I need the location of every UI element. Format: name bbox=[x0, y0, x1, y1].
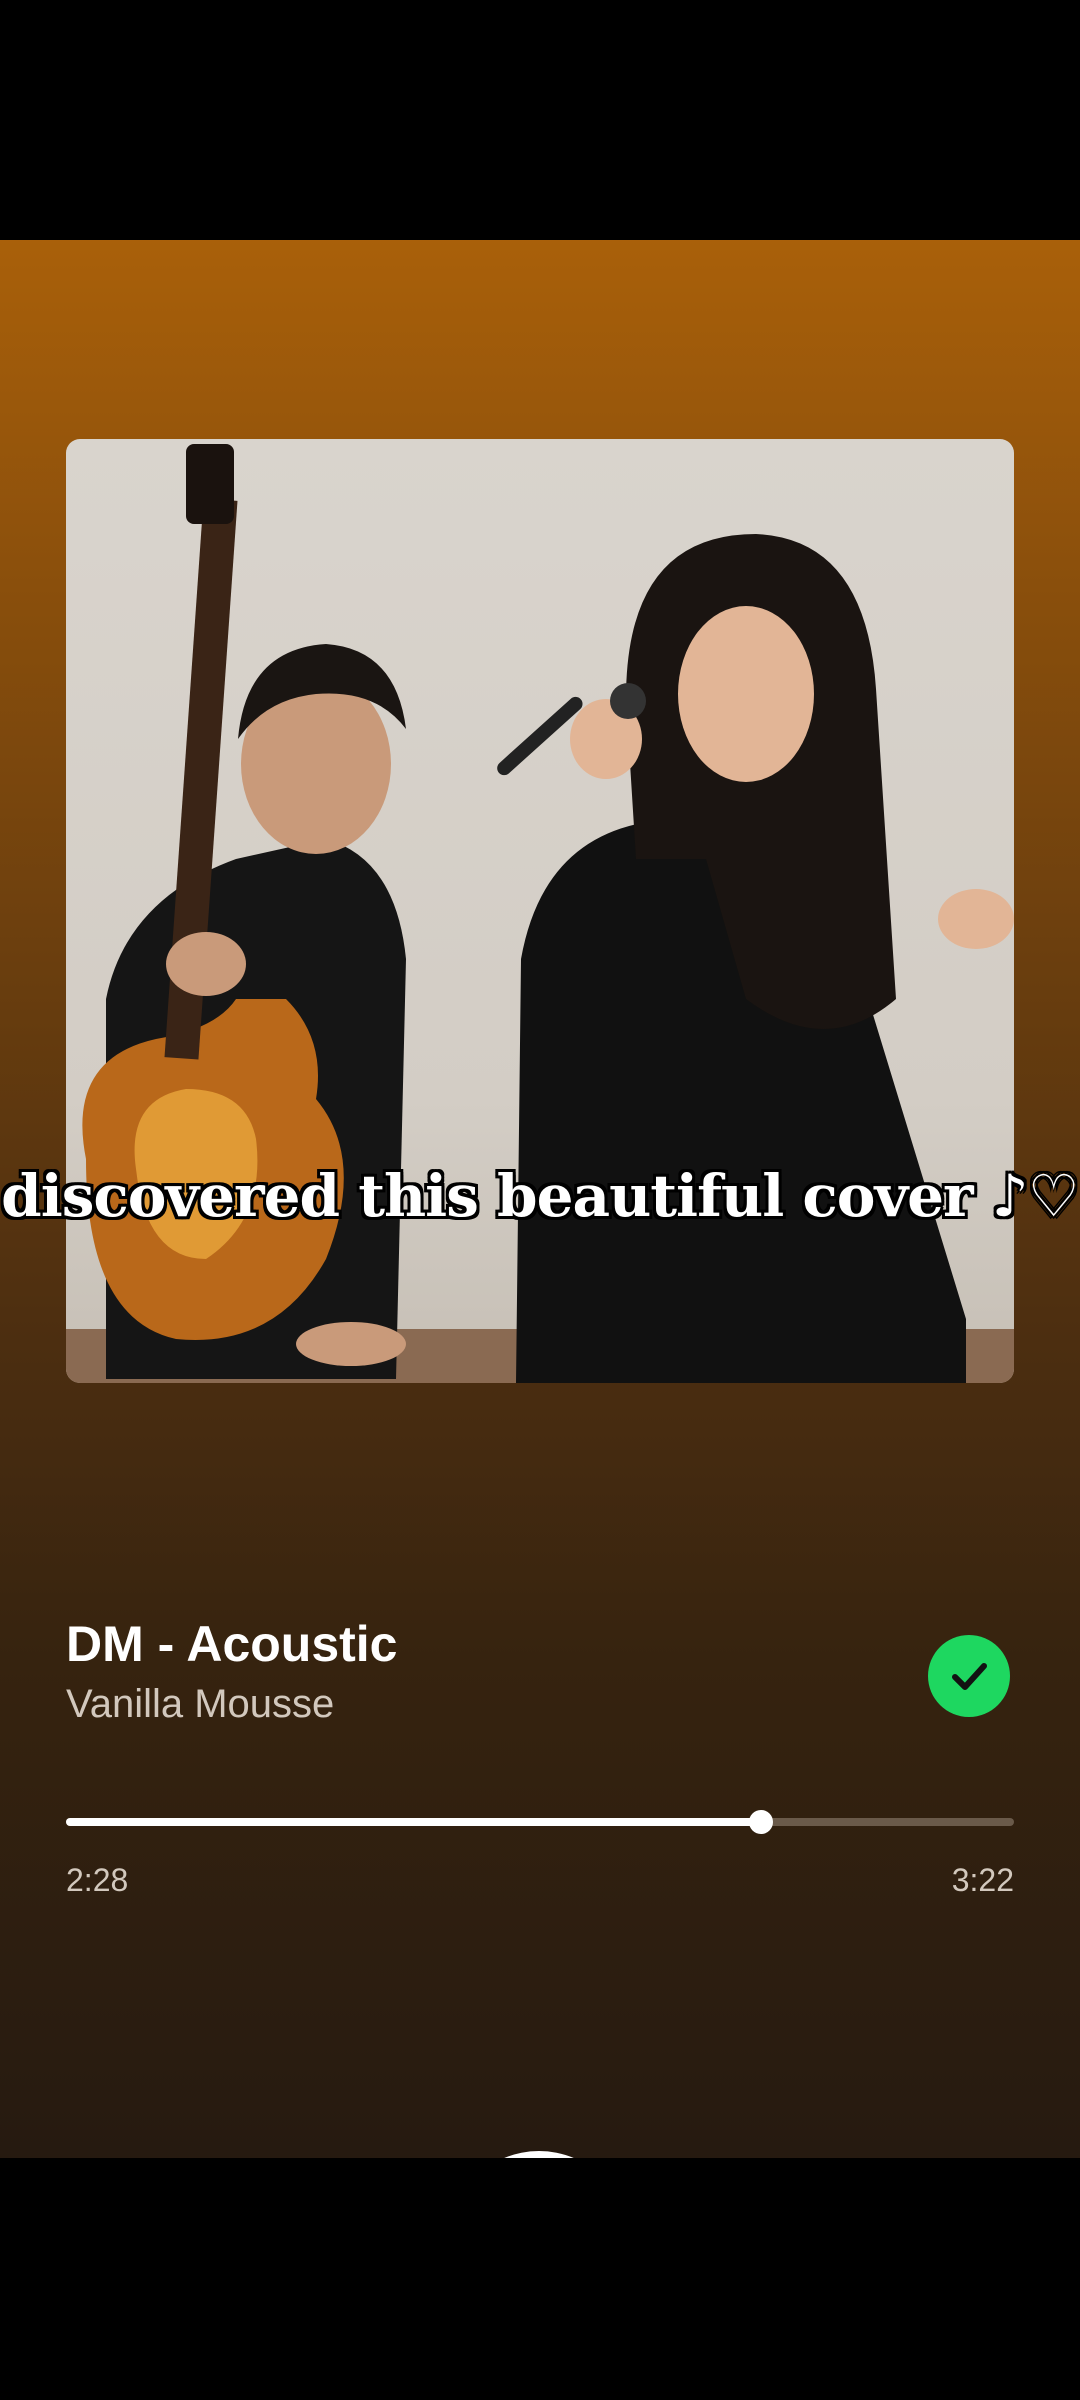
track-title[interactable]: DM - Acoustic bbox=[66, 1615, 398, 1673]
album-artwork-image bbox=[66, 444, 1014, 1383]
track-artist[interactable]: Vanilla Mousse bbox=[66, 1682, 334, 1727]
navigation-bar-area bbox=[0, 2158, 1080, 2400]
artwork-caption: discovered this beautiful cover ♪♡ bbox=[1, 1162, 1080, 1230]
progress-handle[interactable] bbox=[748, 1810, 773, 1834]
elapsed-time: 2:28 bbox=[66, 1862, 129, 1898]
now-playing-screen: discovered this beautiful cover ♪♡ DM - … bbox=[0, 240, 1080, 2331]
total-time: 3:22 bbox=[951, 1862, 1014, 1898]
liked-button[interactable] bbox=[928, 1635, 1010, 1717]
check-icon bbox=[952, 1663, 987, 1690]
status-bar-area bbox=[0, 0, 1080, 240]
progress-bar[interactable] bbox=[66, 1810, 1014, 1834]
progress-fill bbox=[66, 1818, 761, 1826]
album-artwork bbox=[66, 439, 1014, 1383]
